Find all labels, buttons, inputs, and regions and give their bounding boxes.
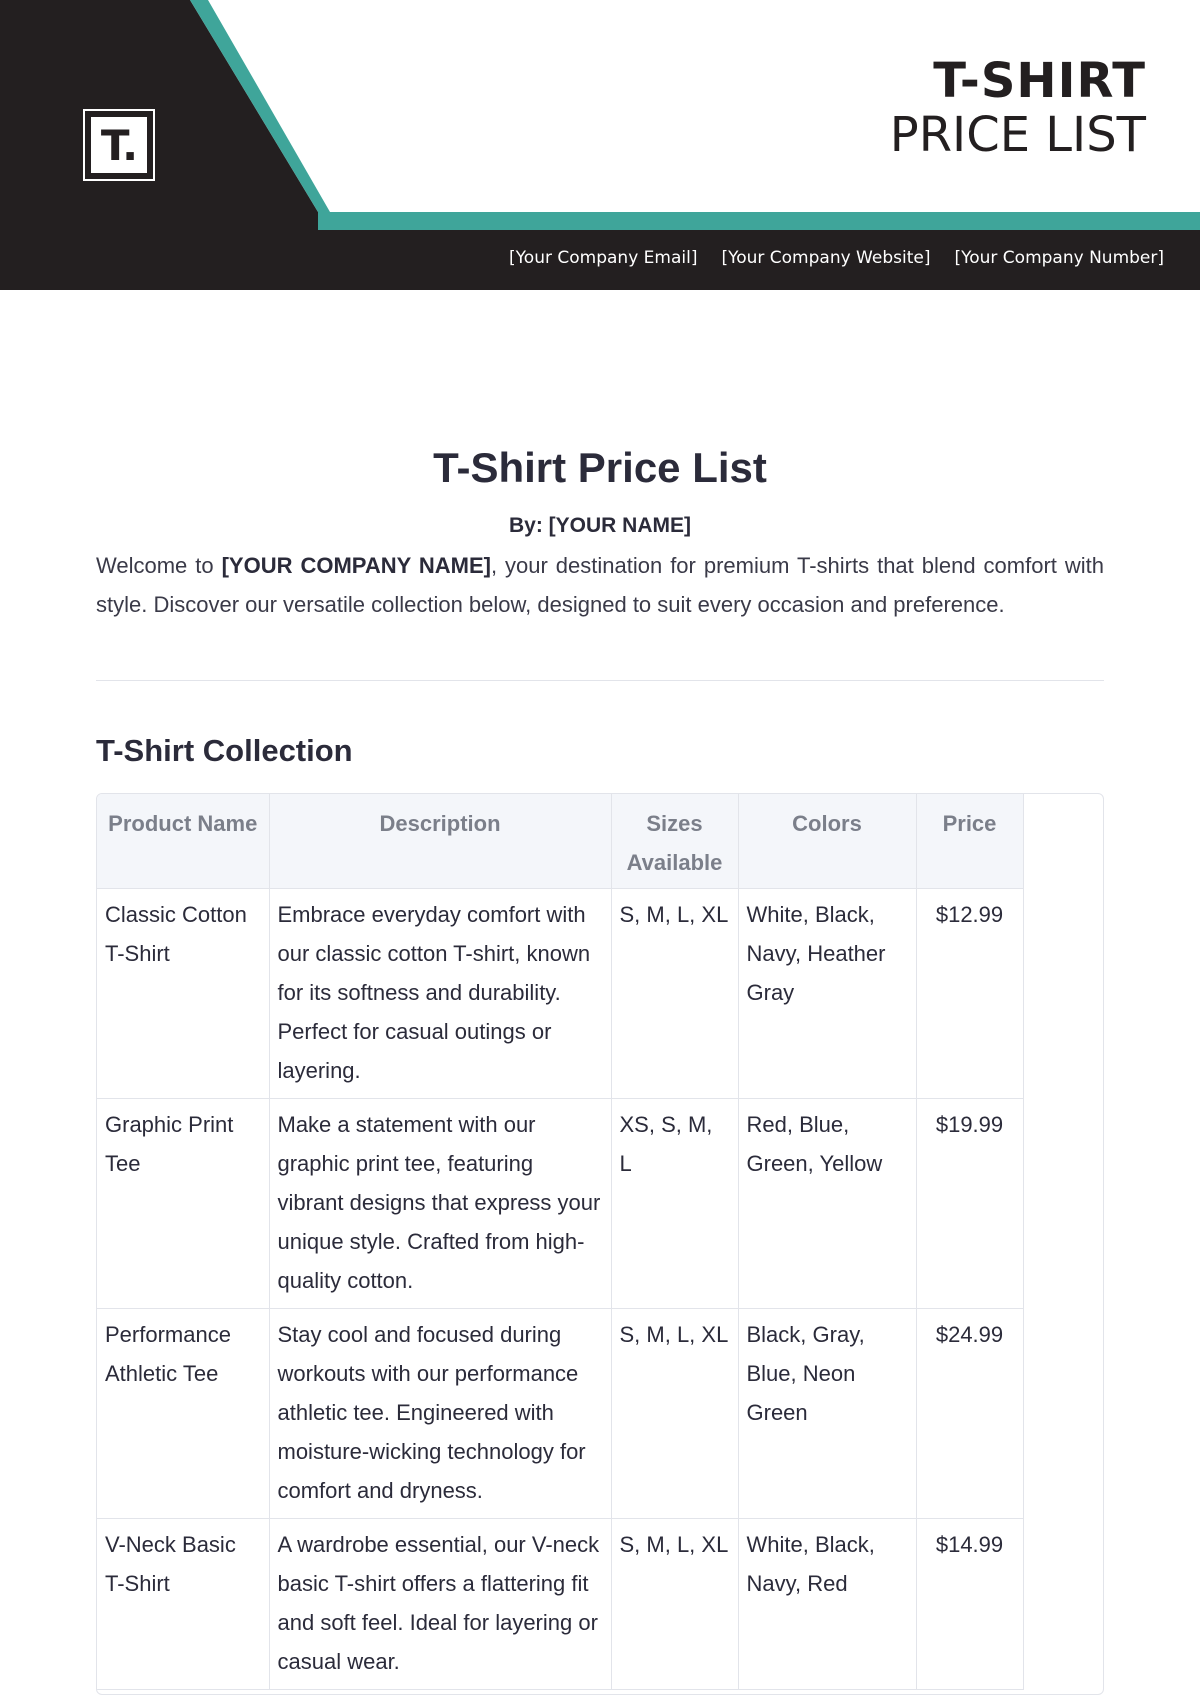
product-description: Make a statement with our graphic print … <box>269 1098 612 1309</box>
column-header-price: Price <box>916 794 1024 889</box>
column-header-colors: Colors <box>738 794 917 889</box>
product-price: $14.99 <box>916 1518 1024 1690</box>
product-name: V-Neck Basic T-Shirt <box>97 1518 270 1690</box>
table-row: Graphic Print Tee Make a statement with … <box>97 1098 1024 1309</box>
banner-title: T-SHIRT PRICE LIST <box>890 54 1146 162</box>
intro-paragraph: Welcome to [YOUR COMPANY NAME], your des… <box>96 546 1104 624</box>
column-header-sizes: Sizes Available <box>611 794 739 889</box>
price-table-container: Product Name Description Sizes Available… <box>96 793 1104 1695</box>
product-colors: Black, Gray, Blue, Neon Green <box>738 1308 917 1519</box>
product-price: $24.99 <box>916 1308 1024 1519</box>
product-name: Classic Cotton T-Shirt <box>97 888 270 1099</box>
product-name: Graphic Print Tee <box>97 1098 270 1309</box>
company-number: [Your Company Number] <box>954 248 1164 268</box>
product-colors: White, Black, Navy, Heather Gray <box>738 888 917 1099</box>
product-sizes: XS, S, M, L <box>611 1098 739 1309</box>
column-header-description: Description <box>269 794 612 889</box>
product-colors: White, Black, Navy, Red <box>738 1518 917 1690</box>
byline: By: [YOUR NAME] <box>509 514 691 537</box>
product-sizes: S, M, L, XL <box>611 1518 739 1690</box>
intro-prefix: Welcome to <box>96 553 222 578</box>
banner-title-line1: T-SHIRT <box>933 53 1146 109</box>
product-description: Stay cool and focused during workouts wi… <box>269 1308 612 1519</box>
document-title: T-Shirt Price List <box>433 444 767 491</box>
intro-company-name: [YOUR COMPANY NAME] <box>221 553 491 578</box>
banner-title-line2: PRICE LIST <box>889 107 1146 163</box>
document-body: T-Shirt Price List By: [YOUR NAME] Welco… <box>96 440 1104 1695</box>
product-price: $12.99 <box>916 888 1024 1099</box>
product-description: A wardrobe essential, our V-neck basic T… <box>269 1518 612 1690</box>
product-price: $19.99 <box>916 1098 1024 1309</box>
table-row: Performance Athletic Tee Stay cool and f… <box>97 1308 1024 1519</box>
company-email: [Your Company Email] <box>509 248 698 268</box>
column-header-product: Product Name <box>97 794 270 889</box>
product-sizes: S, M, L, XL <box>611 888 739 1099</box>
section-title: T-Shirt Collection <box>96 733 353 768</box>
price-table: Product Name Description Sizes Available… <box>97 794 1024 1690</box>
table-row: V-Neck Basic T-Shirt A wardrobe essentia… <box>97 1518 1024 1690</box>
table-row: Classic Cotton T-Shirt Embrace everyday … <box>97 888 1024 1099</box>
logo-letter: T. <box>100 120 138 170</box>
section-divider <box>96 680 1104 681</box>
product-description: Embrace everyday comfort with our classi… <box>269 888 612 1099</box>
table-header-row: Product Name Description Sizes Available… <box>97 794 1024 889</box>
contact-info: [Your Company Email] [Your Company Websi… <box>509 248 1164 268</box>
product-name: Performance Athletic Tee <box>97 1308 270 1519</box>
company-website: [Your Company Website] <box>721 248 931 268</box>
product-sizes: S, M, L, XL <box>611 1308 739 1519</box>
product-colors: Red, Blue, Green, Yellow <box>738 1098 917 1309</box>
company-logo: T. <box>83 109 155 181</box>
header-banner: T. T-SHIRT PRICE LIST [Your Company Emai… <box>0 0 1200 290</box>
